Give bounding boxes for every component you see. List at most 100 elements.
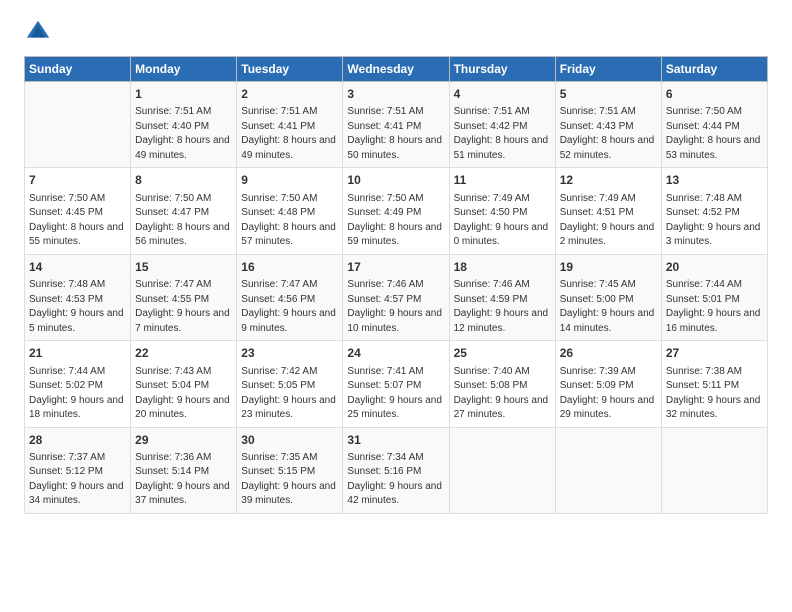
header-row: SundayMondayTuesdayWednesdayThursdayFrid…	[25, 57, 768, 82]
calendar-cell: 17 Sunrise: 7:46 AMSunset: 4:57 PMDayligh…	[343, 254, 449, 340]
cell-info: Sunrise: 7:50 AMSunset: 4:48 PMDaylight:…	[241, 192, 338, 250]
day-number: 18	[454, 259, 551, 276]
week-row-2: 7 Sunrise: 7:50 AMSunset: 4:45 PMDaylight…	[25, 168, 768, 254]
cell-info: Sunrise: 7:51 AMSunset: 4:41 PMDaylight:…	[347, 105, 444, 163]
cell-info: Sunrise: 7:50 AMSunset: 4:44 PMDaylight:…	[666, 105, 763, 163]
day-header-friday: Friday	[555, 57, 661, 82]
calendar-cell: 4Sunrise: 7:51 AMSunset: 4:42 PMDaylight…	[449, 82, 555, 168]
calendar-cell: 24 Sunrise: 7:41 AMSunset: 5:07 PMDayligh…	[343, 341, 449, 427]
calendar-cell: 25Sunrise: 7:40 AMSunset: 5:08 PMDayligh…	[449, 341, 555, 427]
cell-info: Sunrise: 7:47 AMSunset: 4:56 PMDaylight:…	[241, 278, 338, 336]
calendar-cell: 19 Sunrise: 7:45 AMSunset: 5:00 PMDayligh…	[555, 254, 661, 340]
day-number: 22	[135, 345, 232, 362]
day-number: 3	[347, 86, 444, 103]
week-row-1: 1 Sunrise: 7:51 AMSunset: 4:40 PMDaylight…	[25, 82, 768, 168]
cell-info: Sunrise: 7:50 AMSunset: 4:47 PMDaylight:…	[135, 192, 232, 250]
calendar-cell: 28 Sunrise: 7:37 AMSunset: 5:12 PMDayligh…	[25, 427, 131, 513]
calendar-cell: 22 Sunrise: 7:43 AMSunset: 5:04 PMDayligh…	[131, 341, 237, 427]
calendar-table: SundayMondayTuesdayWednesdayThursdayFrid…	[24, 56, 768, 514]
day-header-saturday: Saturday	[661, 57, 767, 82]
cell-info: Sunrise: 7:42 AMSunset: 5:05 PMDaylight:…	[241, 365, 338, 423]
day-number: 9	[241, 172, 338, 189]
calendar-cell: 16Sunrise: 7:47 AMSunset: 4:56 PMDayligh…	[237, 254, 343, 340]
day-number: 10	[347, 172, 444, 189]
day-number: 12	[560, 172, 657, 189]
cell-info: Sunrise: 7:50 AMSunset: 4:49 PMDaylight:…	[347, 192, 444, 250]
calendar-cell: 26Sunrise: 7:39 AMSunset: 5:09 PMDayligh…	[555, 341, 661, 427]
calendar-cell: 23 Sunrise: 7:42 AMSunset: 5:05 PMDayligh…	[237, 341, 343, 427]
day-number: 28	[29, 432, 126, 449]
cell-info: Sunrise: 7:37 AMSunset: 5:12 PMDaylight:…	[29, 451, 126, 509]
calendar-cell: 13 Sunrise: 7:48 AMSunset: 4:52 PMDayligh…	[661, 168, 767, 254]
calendar-cell: 8 Sunrise: 7:50 AMSunset: 4:47 PMDaylight…	[131, 168, 237, 254]
day-number: 21	[29, 345, 126, 362]
cell-info: Sunrise: 7:51 AMSunset: 4:40 PMDaylight:…	[135, 105, 232, 163]
cell-info: Sunrise: 7:48 AMSunset: 4:52 PMDaylight:…	[666, 192, 763, 250]
cell-info: Sunrise: 7:43 AMSunset: 5:04 PMDaylight:…	[135, 365, 232, 423]
day-number: 31	[347, 432, 444, 449]
cell-info: Sunrise: 7:36 AMSunset: 5:14 PMDaylight:…	[135, 451, 232, 509]
calendar-cell: 31 Sunrise: 7:34 AMSunset: 5:16 PMDayligh…	[343, 427, 449, 513]
cell-info: Sunrise: 7:46 AMSunset: 4:59 PMDaylight:…	[454, 278, 551, 336]
day-number: 23	[241, 345, 338, 362]
day-number: 11	[454, 172, 551, 189]
day-number: 14	[29, 259, 126, 276]
calendar-cell	[25, 82, 131, 168]
calendar-cell: 27 Sunrise: 7:38 AMSunset: 5:11 PMDayligh…	[661, 341, 767, 427]
calendar-cell: 20Sunrise: 7:44 AMSunset: 5:01 PMDayligh…	[661, 254, 767, 340]
day-number: 27	[666, 345, 763, 362]
cell-info: Sunrise: 7:38 AMSunset: 5:11 PMDaylight:…	[666, 365, 763, 423]
day-number: 30	[241, 432, 338, 449]
day-number: 20	[666, 259, 763, 276]
calendar-cell: 10 Sunrise: 7:50 AMSunset: 4:49 PMDayligh…	[343, 168, 449, 254]
cell-info: Sunrise: 7:41 AMSunset: 5:07 PMDaylight:…	[347, 365, 444, 423]
day-number: 15	[135, 259, 232, 276]
cell-info: Sunrise: 7:34 AMSunset: 5:16 PMDaylight:…	[347, 451, 444, 509]
cell-info: Sunrise: 7:47 AMSunset: 4:55 PMDaylight:…	[135, 278, 232, 336]
cell-info: Sunrise: 7:50 AMSunset: 4:45 PMDaylight:…	[29, 192, 126, 250]
day-header-thursday: Thursday	[449, 57, 555, 82]
day-number: 29	[135, 432, 232, 449]
day-header-sunday: Sunday	[25, 57, 131, 82]
cell-info: Sunrise: 7:46 AMSunset: 4:57 PMDaylight:…	[347, 278, 444, 336]
day-number: 5	[560, 86, 657, 103]
day-number: 25	[454, 345, 551, 362]
day-number: 1	[135, 86, 232, 103]
day-number: 17	[347, 259, 444, 276]
calendar-cell: 29 Sunrise: 7:36 AMSunset: 5:14 PMDayligh…	[131, 427, 237, 513]
day-number: 7	[29, 172, 126, 189]
calendar-cell: 1 Sunrise: 7:51 AMSunset: 4:40 PMDaylight…	[131, 82, 237, 168]
cell-info: Sunrise: 7:44 AMSunset: 5:02 PMDaylight:…	[29, 365, 126, 423]
cell-info: Sunrise: 7:49 AMSunset: 4:51 PMDaylight:…	[560, 192, 657, 250]
calendar-cell: 11Sunrise: 7:49 AMSunset: 4:50 PMDayligh…	[449, 168, 555, 254]
calendar-cell	[555, 427, 661, 513]
calendar-cell: 5Sunrise: 7:51 AMSunset: 4:43 PMDaylight…	[555, 82, 661, 168]
cell-info: Sunrise: 7:51 AMSunset: 4:41 PMDaylight:…	[241, 105, 338, 163]
cell-info: Sunrise: 7:45 AMSunset: 5:00 PMDaylight:…	[560, 278, 657, 336]
calendar-cell: 14Sunrise: 7:48 AMSunset: 4:53 PMDayligh…	[25, 254, 131, 340]
day-header-wednesday: Wednesday	[343, 57, 449, 82]
day-number: 24	[347, 345, 444, 362]
day-number: 19	[560, 259, 657, 276]
day-number: 8	[135, 172, 232, 189]
day-header-monday: Monday	[131, 57, 237, 82]
calendar-cell	[661, 427, 767, 513]
calendar-cell: 12 Sunrise: 7:49 AMSunset: 4:51 PMDayligh…	[555, 168, 661, 254]
cell-info: Sunrise: 7:35 AMSunset: 5:15 PMDaylight:…	[241, 451, 338, 509]
logo	[24, 18, 56, 46]
logo-icon	[24, 18, 52, 46]
cell-info: Sunrise: 7:51 AMSunset: 4:42 PMDaylight:…	[454, 105, 551, 163]
calendar-cell	[449, 427, 555, 513]
day-number: 2	[241, 86, 338, 103]
day-number: 13	[666, 172, 763, 189]
calendar-cell: 15 Sunrise: 7:47 AMSunset: 4:55 PMDayligh…	[131, 254, 237, 340]
week-row-5: 28 Sunrise: 7:37 AMSunset: 5:12 PMDayligh…	[25, 427, 768, 513]
calendar-cell: 2 Sunrise: 7:51 AMSunset: 4:41 PMDaylight…	[237, 82, 343, 168]
calendar-cell: 7 Sunrise: 7:50 AMSunset: 4:45 PMDaylight…	[25, 168, 131, 254]
cell-info: Sunrise: 7:39 AMSunset: 5:09 PMDaylight:…	[560, 365, 657, 423]
calendar-cell: 6Sunrise: 7:50 AMSunset: 4:44 PMDaylight…	[661, 82, 767, 168]
calendar-cell: 3 Sunrise: 7:51 AMSunset: 4:41 PMDaylight…	[343, 82, 449, 168]
week-row-4: 21 Sunrise: 7:44 AMSunset: 5:02 PMDayligh…	[25, 341, 768, 427]
calendar-cell: 30 Sunrise: 7:35 AMSunset: 5:15 PMDayligh…	[237, 427, 343, 513]
calendar-cell: 21 Sunrise: 7:44 AMSunset: 5:02 PMDayligh…	[25, 341, 131, 427]
